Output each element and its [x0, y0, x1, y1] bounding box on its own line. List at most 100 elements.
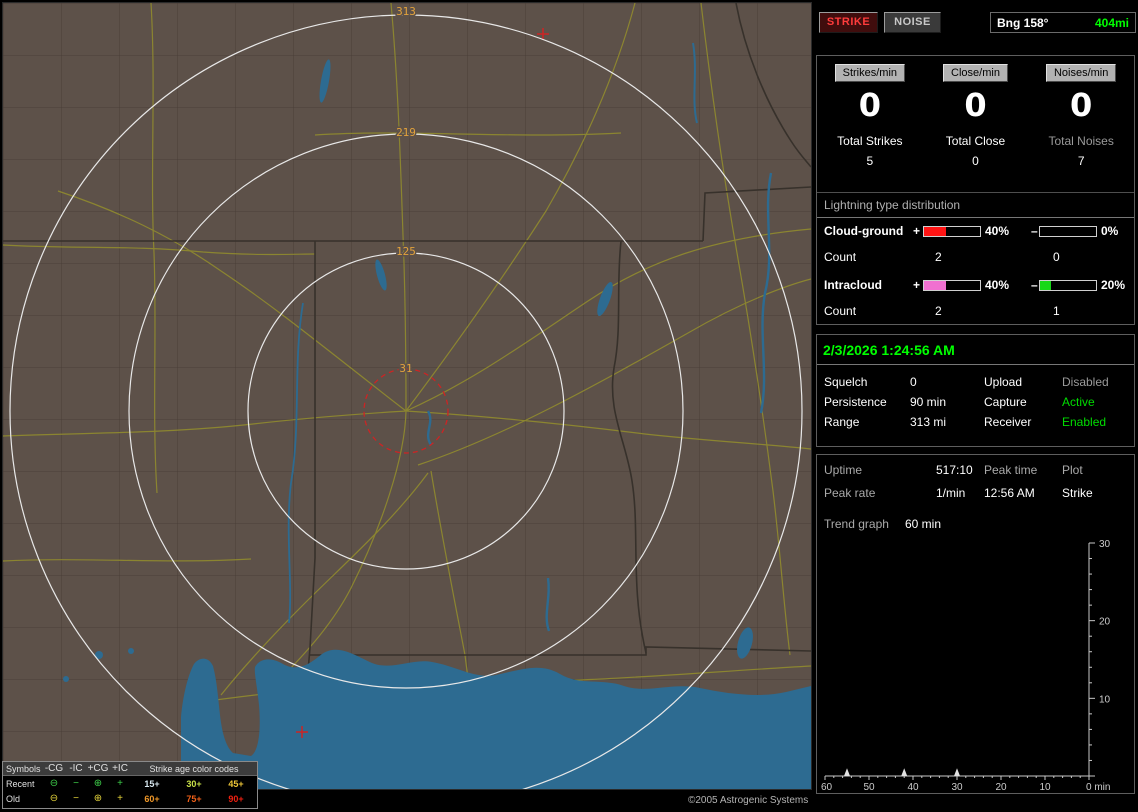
intracloud-positive-pct: 40%: [985, 278, 1010, 292]
plot-value: Strike: [1062, 486, 1093, 500]
legend-col-pos-cg: +CG: [87, 762, 109, 774]
status-row: Persistence 90 min Capture Active: [817, 395, 1134, 411]
dash-icon: −: [73, 792, 79, 804]
total-noises-label: Total Noises: [1048, 134, 1114, 148]
svg-text:31: 31: [399, 362, 412, 375]
age-code-45: 45+: [228, 778, 244, 789]
capture-label: Capture: [984, 395, 1027, 409]
plot-label: Plot: [1062, 463, 1083, 477]
receiver-status: Enabled: [1062, 415, 1107, 429]
plus-sign: +: [913, 224, 921, 238]
count-label: Count: [824, 304, 857, 318]
age-code-90: 90+: [228, 793, 244, 804]
noise-toggle-button[interactable]: NOISE: [884, 12, 941, 33]
status-row: Range 313 mi Receiver Enabled: [817, 415, 1134, 431]
session-row: Uptime 517:10 Peak time Plot: [817, 463, 1134, 479]
trend-graph-label: Trend graph: [824, 517, 889, 531]
legend-age-header: Strike age color codes: [149, 763, 239, 774]
cloud-ground-positive-count: 2: [935, 250, 942, 264]
session-panel: Uptime 517:10 Peak time Plot Peak rate 1…: [816, 454, 1135, 794]
circle-plus-icon: ⊕: [93, 792, 103, 804]
intracloud-row: Intracloud + 40% – 20%: [817, 278, 1134, 294]
legend-old-label: Old: [6, 793, 21, 804]
divider: [817, 192, 1134, 193]
circle-minus-icon: ⊖: [49, 777, 59, 789]
squelch-value: 0: [910, 375, 917, 389]
cloud-ground-positive-pct: 40%: [985, 224, 1010, 238]
divider: [817, 217, 1134, 218]
strikes-per-min-value: 0: [858, 86, 881, 124]
svg-text:219: 219: [396, 126, 416, 139]
side-panel: STRIKE NOISE Bng 158° 404mi Strikes/min …: [815, 0, 1138, 812]
strike-toggle-button[interactable]: STRIKE: [819, 12, 878, 33]
total-strikes-value: 5: [866, 154, 874, 168]
intracloud-count-row: Count 2 1: [817, 304, 1134, 320]
intracloud-negative-pct: 20%: [1101, 278, 1126, 292]
noises-per-min-button[interactable]: Noises/min: [1045, 64, 1117, 82]
uptime-value: 517:10: [936, 463, 973, 477]
legend-col-neg-ic: -IC: [69, 762, 83, 774]
capture-status: Active: [1062, 395, 1095, 409]
stats-panel: Strikes/min Close/min Noises/min 0 0 0 T…: [816, 55, 1135, 325]
plus-icon: +: [117, 792, 123, 804]
plus-icon: +: [117, 777, 123, 789]
status-row: Squelch 0 Upload Disabled: [817, 375, 1134, 391]
cloud-ground-negative-bar: [1039, 226, 1097, 237]
legend-col-pos-ic: +IC: [112, 762, 128, 774]
peak-time-label: Peak time: [984, 463, 1038, 477]
upload-label: Upload: [984, 375, 1023, 389]
dash-icon: −: [73, 777, 79, 789]
map-legend: Symbols -CG -IC +CG +IC Strike age color…: [2, 761, 258, 809]
range-value: 313 mi: [910, 415, 947, 429]
peak-rate-label: Peak rate: [824, 486, 876, 500]
svg-text:30: 30: [951, 782, 963, 793]
nexstorm-window: 313 219 125 31 ©2005 Astrogenic Systems …: [0, 0, 1138, 812]
session-row: Peak rate 1/min 12:56 AM Strike: [817, 486, 1134, 502]
close-per-min-button[interactable]: Close/min: [943, 64, 1008, 82]
svg-text:40: 40: [907, 782, 919, 793]
svg-text:20: 20: [1099, 617, 1111, 628]
noises-per-min-value: 0: [1070, 86, 1093, 124]
bearing-distance-display: Bng 158° 404mi: [990, 12, 1136, 33]
svg-text:30: 30: [1099, 539, 1111, 550]
intracloud-positive-count: 2: [935, 304, 942, 318]
total-noises-value: 7: [1077, 154, 1085, 168]
legend-symbols-header: Symbols: [6, 763, 41, 774]
total-strikes-label: Total Strikes: [837, 134, 903, 148]
svg-text:125: 125: [396, 245, 416, 258]
svg-text:0 min: 0 min: [1086, 782, 1110, 793]
trend-graph-window: 60 min: [905, 517, 942, 531]
bearing-value: Bng 158°: [997, 15, 1049, 30]
circle-plus-icon: ⊕: [93, 777, 103, 789]
datetime-display: 2/3/2026 1:24:56 AM: [823, 342, 955, 358]
total-close-label: Total Close: [945, 134, 1006, 148]
svg-text:60: 60: [821, 782, 833, 793]
distribution-title: Lightning type distribution: [824, 198, 961, 212]
svg-text:20: 20: [995, 782, 1007, 793]
legend-recent-label: Recent: [6, 778, 35, 789]
close-per-min-value: 0: [964, 86, 987, 124]
age-code-75: 75+: [186, 793, 202, 804]
intracloud-label: Intracloud: [824, 278, 883, 292]
cloud-ground-negative-pct: 0%: [1101, 224, 1119, 238]
peak-rate-value: 1/min: [936, 486, 966, 500]
trend-graph: 30 20 10 60 50 40 30 20 10 0 min: [821, 539, 1132, 793]
svg-text:313: 313: [396, 5, 416, 18]
age-code-30: 30+: [186, 778, 202, 789]
copyright-text: ©2005 Astrogenic Systems: [688, 795, 809, 806]
intracloud-negative-bar: [1039, 280, 1097, 291]
persistence-label: Persistence: [824, 395, 887, 409]
lightning-map[interactable]: 313 219 125 31: [2, 2, 812, 790]
status-panel: 2/3/2026 1:24:56 AM Squelch 0 Upload Dis…: [816, 334, 1135, 447]
receiver-label: Receiver: [984, 415, 1032, 429]
svg-text:10: 10: [1099, 694, 1111, 705]
circle-minus-icon: ⊖: [49, 792, 59, 804]
intracloud-positive-bar: [923, 280, 981, 291]
total-close-value: 0: [972, 154, 979, 168]
peak-time-value: 12:56 AM: [984, 486, 1035, 500]
age-code-60: 60+: [144, 793, 160, 804]
strikes-per-min-button[interactable]: Strikes/min: [834, 64, 906, 82]
cloud-ground-negative-count: 0: [1053, 250, 1060, 264]
map-svg: 313 219 125 31: [3, 3, 811, 789]
persistence-value: 90 min: [910, 395, 947, 409]
